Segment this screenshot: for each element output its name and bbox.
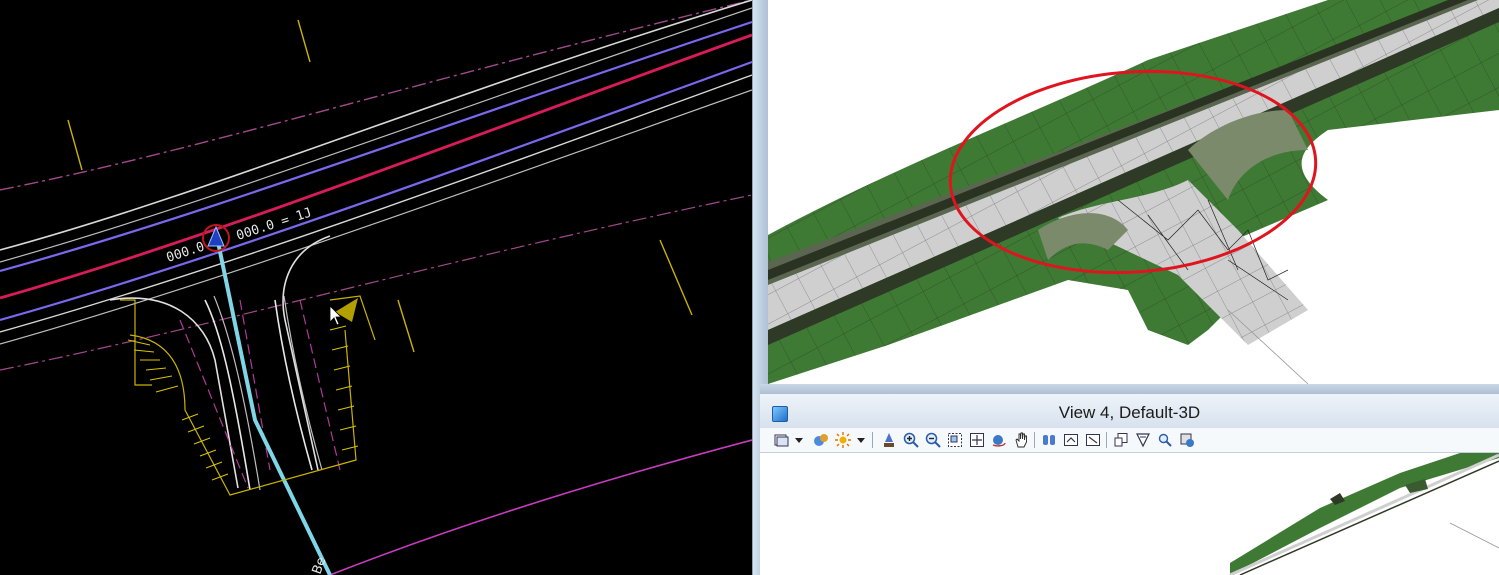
- view4-titlebar[interactable]: View 4, Default-3D: [760, 394, 1499, 428]
- view4-title: View 4, Default-3D: [1058, 403, 1201, 422]
- copy-view-icon[interactable]: [1084, 431, 1102, 449]
- chevron-down-icon[interactable]: [794, 432, 804, 448]
- display-style-icon[interactable]: [812, 431, 830, 449]
- pan-view-icon[interactable]: [1012, 431, 1030, 449]
- row-line-south: [0, 194, 752, 371]
- chevron-down-icon[interactable]: [856, 432, 866, 448]
- render-icon[interactable]: [1178, 431, 1196, 449]
- view-toolbar: [760, 428, 1499, 453]
- 3d-model-view[interactable]: [768, 0, 1499, 384]
- view-previous-icon[interactable]: [1040, 431, 1058, 449]
- view4-3d-drawing: [1229, 453, 1499, 575]
- blue-lane-line: [0, 20, 752, 273]
- 3d-model-drawing: [768, 0, 1499, 384]
- fit-view-icon[interactable]: [968, 431, 986, 449]
- magenta-line-bottom: [329, 439, 752, 575]
- lighting-icon[interactable]: [834, 431, 852, 449]
- clip-mask-icon[interactable]: [1134, 431, 1152, 449]
- edge-line: [0, 7, 752, 263]
- view-attributes-icon[interactable]: [772, 431, 790, 449]
- toolbar-separator: [1106, 432, 1107, 448]
- horizontal-splitter[interactable]: [760, 384, 1499, 394]
- plan-drawing: 000.0 000.0 = 1J Be: [0, 0, 752, 575]
- edge-line: [0, 74, 752, 333]
- row-line-north: [0, 0, 752, 191]
- toolbar-separator: [1034, 432, 1035, 448]
- rotate-view-icon[interactable]: [990, 431, 1008, 449]
- clip-volume-icon[interactable]: [1112, 431, 1130, 449]
- zoom-out-icon[interactable]: [924, 431, 942, 449]
- edge-line: [0, 0, 752, 251]
- toolbar-separator: [872, 432, 873, 448]
- centerline-red: [0, 33, 752, 300]
- view4-canvas[interactable]: [760, 453, 1499, 575]
- update-view-icon[interactable]: [880, 431, 898, 449]
- view-next-icon[interactable]: [1062, 431, 1080, 449]
- window-area-icon[interactable]: [946, 431, 964, 449]
- zoom-in-icon[interactable]: [902, 431, 920, 449]
- mouse-cursor-icon: [329, 305, 342, 326]
- camera-icon[interactable]: [1156, 431, 1174, 449]
- plan-view-canvas[interactable]: 000.0 000.0 = 1J Be: [0, 0, 752, 575]
- view4-window: View 4, Default-3D: [760, 394, 1499, 575]
